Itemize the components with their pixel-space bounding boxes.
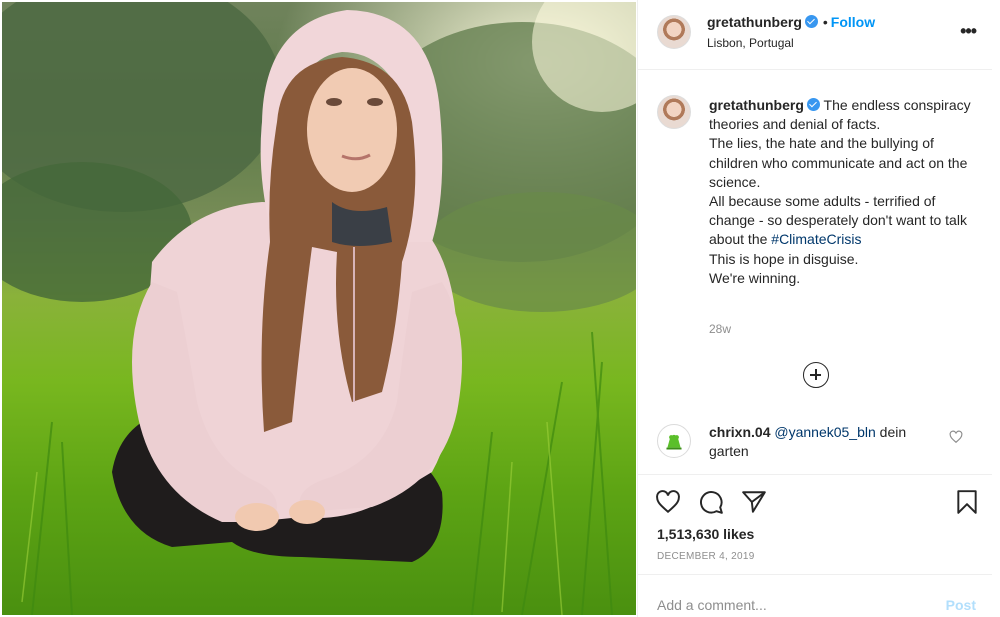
comment-composer: Add a comment... Post <box>638 574 992 617</box>
post-comment-button[interactable]: Post <box>946 597 976 613</box>
photo-illustration <box>2 2 636 615</box>
follow-button[interactable]: Follow <box>831 14 875 30</box>
commenter-avatar[interactable] <box>657 424 691 458</box>
author-avatar[interactable] <box>657 15 691 49</box>
post-photo[interactable] <box>2 2 636 615</box>
comment-bubble-icon[interactable] <box>698 489 724 515</box>
more-options-icon[interactable]: ••• <box>960 22 977 40</box>
post-side-panel: gretathunberg • Follow Lisbon, Portugal ••… <box>637 0 992 617</box>
caption-line-3: All because some adults - terrified of c… <box>709 192 974 250</box>
caption-first-paragraph: gretathunberg The endless conspiracy the… <box>709 96 974 134</box>
comment-item: chrixn.04 @yannek05_bln dein garten <box>709 423 949 461</box>
post-header: gretathunberg • Follow Lisbon, Portugal ••… <box>638 0 992 70</box>
comment-mention[interactable]: @yannek05_bln <box>774 424 875 440</box>
post-time-ago[interactable]: 28w <box>709 322 731 336</box>
paper-plane-icon[interactable] <box>741 489 767 515</box>
heart-icon[interactable] <box>655 489 681 515</box>
post-location[interactable]: Lisbon, Portugal <box>707 36 794 50</box>
author-username[interactable]: gretathunberg <box>707 14 802 30</box>
verified-badge-icon <box>804 15 818 28</box>
post-actions: 1,513,630 likes DECEMBER 4, 2019 <box>638 474 992 574</box>
frog-avatar-icon <box>658 425 690 457</box>
caption-line-5: We're winning. <box>709 269 801 286</box>
comment-username[interactable]: chrixn.04 <box>709 424 770 440</box>
caption-line-2: The lies, the hate and the bullying of c… <box>709 135 968 190</box>
caption-username[interactable]: gretathunberg <box>709 97 804 113</box>
caption-avatar[interactable] <box>657 95 691 129</box>
post-caption: gretathunberg The endless conspiracy the… <box>709 96 974 288</box>
hashtag-link[interactable]: #ClimateCrisis <box>771 231 861 247</box>
post-date: DECEMBER 4, 2019 <box>657 551 755 562</box>
separator-dot: • <box>822 14 828 30</box>
plus-circle-icon[interactable] <box>803 362 829 388</box>
heart-icon[interactable] <box>949 430 963 444</box>
instagram-post: gretathunberg • Follow Lisbon, Portugal ••… <box>0 0 1000 617</box>
likes-count[interactable]: 1,513,630 likes <box>657 526 754 542</box>
add-comment-input[interactable]: Add a comment... <box>657 597 767 613</box>
caption-line-4: This is hope in disguise. <box>709 250 859 267</box>
author-line: gretathunberg • Follow <box>707 14 875 30</box>
verified-badge-icon <box>806 98 820 111</box>
bookmark-icon[interactable] <box>954 489 980 515</box>
